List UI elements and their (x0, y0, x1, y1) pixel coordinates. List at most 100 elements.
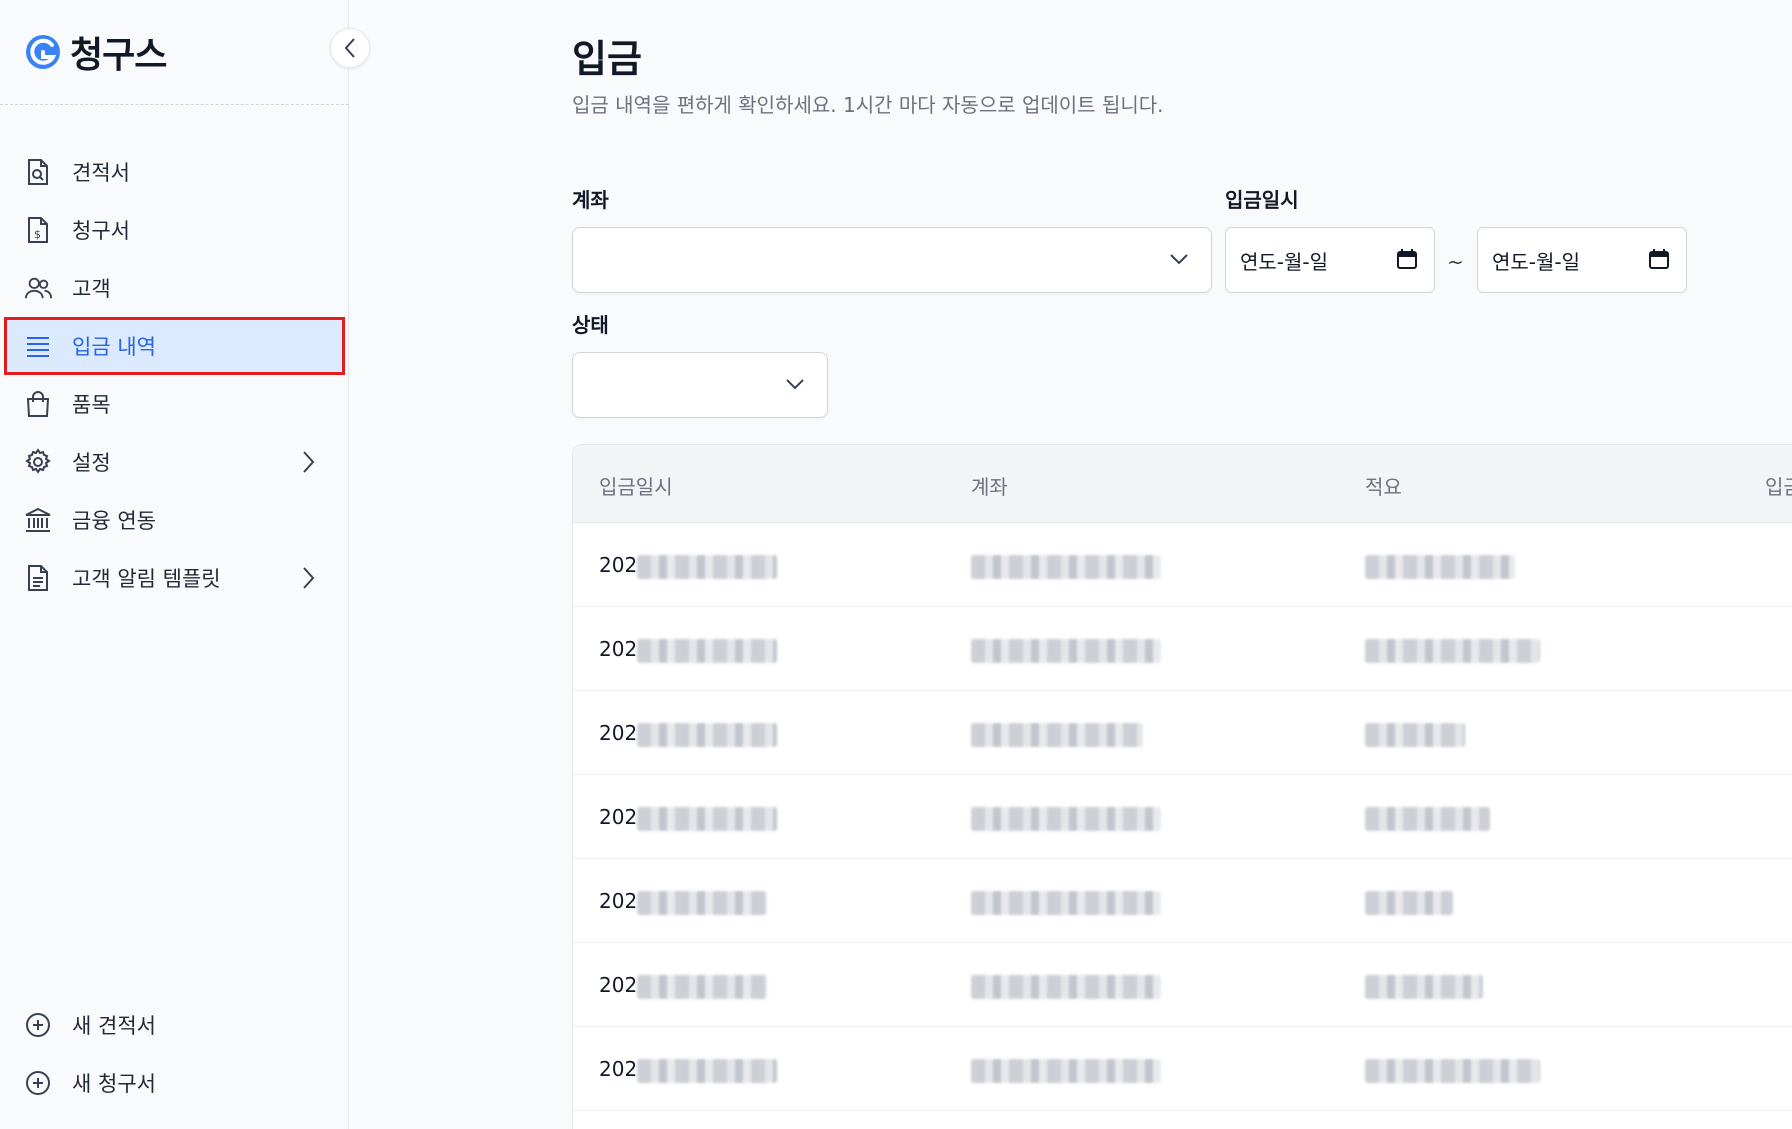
sidebar-item-label: 청구서 (72, 219, 130, 243)
redacted-value (637, 638, 778, 663)
cell-date: 202 (599, 973, 768, 999)
sidebar-item-quotes[interactable]: 견적서 (0, 143, 349, 201)
sidebar-item-customers[interactable]: 고객 (0, 259, 349, 317)
cell-account (971, 973, 1161, 999)
invoice-dollar-icon: $ (24, 216, 52, 244)
sidebar: 청구스 견적서 $ 청구서 고객 입금 내역 품목 설정 금융 연동 고객 알림… (0, 0, 349, 1129)
cell-date: 202 (599, 1057, 778, 1083)
column-header-amount[interactable]: 입금 (1765, 471, 1792, 500)
table-row[interactable]: 202 (573, 523, 1792, 607)
cell-memo (1365, 553, 1515, 579)
deposits-table: 입금일시 계좌 적요 입금 202 202 202 202 202 202 202 (572, 444, 1792, 1129)
cell-date: 202 (599, 889, 768, 915)
cell-memo (1365, 889, 1453, 915)
cell-date-text: 202 (599, 973, 638, 997)
date-to-placeholder: 연도-월-일 (1492, 249, 1581, 274)
table-header: 입금일시 계좌 적요 입금 (573, 445, 1792, 523)
brand[interactable]: 청구스 (24, 26, 167, 78)
sidebar-item-notification-templates[interactable]: 고객 알림 템플릿 (0, 549, 349, 607)
sidebar-item-financial-link[interactable]: 금융 연동 (0, 491, 349, 549)
calendar-icon[interactable] (1396, 248, 1418, 270)
cell-memo (1365, 721, 1465, 747)
sidebar-item-invoices[interactable]: $ 청구서 (0, 201, 349, 259)
new-invoice-label: 새 청구서 (72, 1072, 156, 1096)
redacted-value (971, 890, 1161, 915)
cell-memo (1365, 637, 1540, 663)
cell-date: 202 (599, 553, 778, 579)
redacted-value (637, 1058, 778, 1083)
sidebar-item-label: 고객 (72, 277, 111, 301)
chevron-down-icon (786, 379, 804, 390)
redacted-value (971, 974, 1161, 999)
redacted-value (971, 722, 1143, 747)
cell-account (971, 805, 1161, 831)
date-to-input[interactable]: 연도-월-일 (1477, 227, 1687, 293)
date-from-input[interactable]: 연도-월-일 (1225, 227, 1435, 293)
brand-name: 청구스 (70, 35, 167, 76)
sidebar-nav: 견적서 $ 청구서 고객 입금 내역 품목 설정 금융 연동 고객 알림 템플릿 (0, 143, 349, 607)
sidebar-item-products[interactable]: 품목 (0, 375, 349, 433)
redacted-value (1365, 638, 1540, 663)
page-title: 입금 (572, 37, 642, 81)
sidebar-item-label: 견적서 (72, 161, 130, 185)
sidebar-bottom-nav: 새 견적서 새 청구서 (0, 996, 349, 1112)
calendar-icon[interactable] (1648, 248, 1670, 270)
redacted-value (637, 554, 778, 579)
cell-date-text: 202 (599, 805, 638, 829)
cell-date-text: 202 (599, 553, 638, 577)
template-document-icon (24, 564, 52, 592)
account-select[interactable] (572, 227, 1212, 293)
cell-date-text: 202 (599, 889, 638, 913)
chevron-right-icon (303, 567, 315, 589)
redacted-value (1365, 722, 1465, 747)
cell-date: 202 (599, 721, 778, 747)
table-row[interactable]: 202 (573, 691, 1792, 775)
sidebar-collapse-button[interactable] (330, 28, 370, 68)
sidebar-item-label: 금융 연동 (72, 509, 156, 533)
redacted-value (971, 806, 1161, 831)
status-select[interactable] (572, 352, 828, 418)
gear-icon (24, 448, 52, 476)
account-filter-label: 계좌 (572, 188, 609, 212)
table-row[interactable]: 202 (573, 1027, 1792, 1111)
new-invoice-button[interactable]: 새 청구서 (0, 1054, 349, 1112)
cell-date: 202 (599, 637, 778, 663)
sidebar-divider (0, 104, 349, 105)
quote-document-icon (24, 158, 52, 186)
table-row[interactable]: 202 (573, 859, 1792, 943)
redacted-value (971, 554, 1161, 579)
column-header-date[interactable]: 입금일시 (599, 471, 673, 500)
main-content: 입금 입금 내역을 편하게 확인하세요. 1시간 마다 자동으로 업데이트 됩니… (350, 0, 1792, 1129)
date-range-separator: ~ (1447, 250, 1464, 274)
sidebar-item-label: 입금 내역 (72, 335, 156, 359)
shopping-bag-icon (24, 390, 52, 418)
redacted-value (637, 890, 768, 915)
column-header-memo[interactable]: 적요 (1365, 471, 1402, 500)
chevron-left-icon (344, 38, 355, 58)
svg-text:$: $ (34, 228, 41, 241)
redacted-value (637, 806, 778, 831)
chevron-right-icon (303, 451, 315, 473)
redacted-value (1365, 974, 1483, 999)
cell-account (971, 553, 1161, 579)
cell-date-text: 202 (599, 721, 638, 745)
sidebar-item-deposits[interactable]: 입금 내역 (4, 317, 345, 375)
plus-circle-icon (24, 1069, 52, 1097)
cell-account (971, 889, 1161, 915)
brand-logo-icon (26, 35, 60, 69)
sidebar-item-label: 설정 (72, 451, 111, 475)
list-icon (24, 332, 52, 360)
table-row[interactable]: 202 (573, 775, 1792, 859)
sidebar-item-label: 품목 (72, 393, 111, 417)
cell-account (971, 721, 1143, 747)
sidebar-item-settings[interactable]: 설정 (0, 433, 349, 491)
column-header-account[interactable]: 계좌 (971, 471, 1008, 500)
redacted-value (971, 1058, 1161, 1083)
new-quote-button[interactable]: 새 견적서 (0, 996, 349, 1054)
redacted-value (1365, 1058, 1540, 1083)
redacted-value (1365, 806, 1490, 831)
table-row[interactable]: 202 (573, 607, 1792, 691)
table-row[interactable]: 202 (573, 943, 1792, 1027)
redacted-value (971, 638, 1161, 663)
date-from-placeholder: 연도-월-일 (1240, 249, 1329, 274)
